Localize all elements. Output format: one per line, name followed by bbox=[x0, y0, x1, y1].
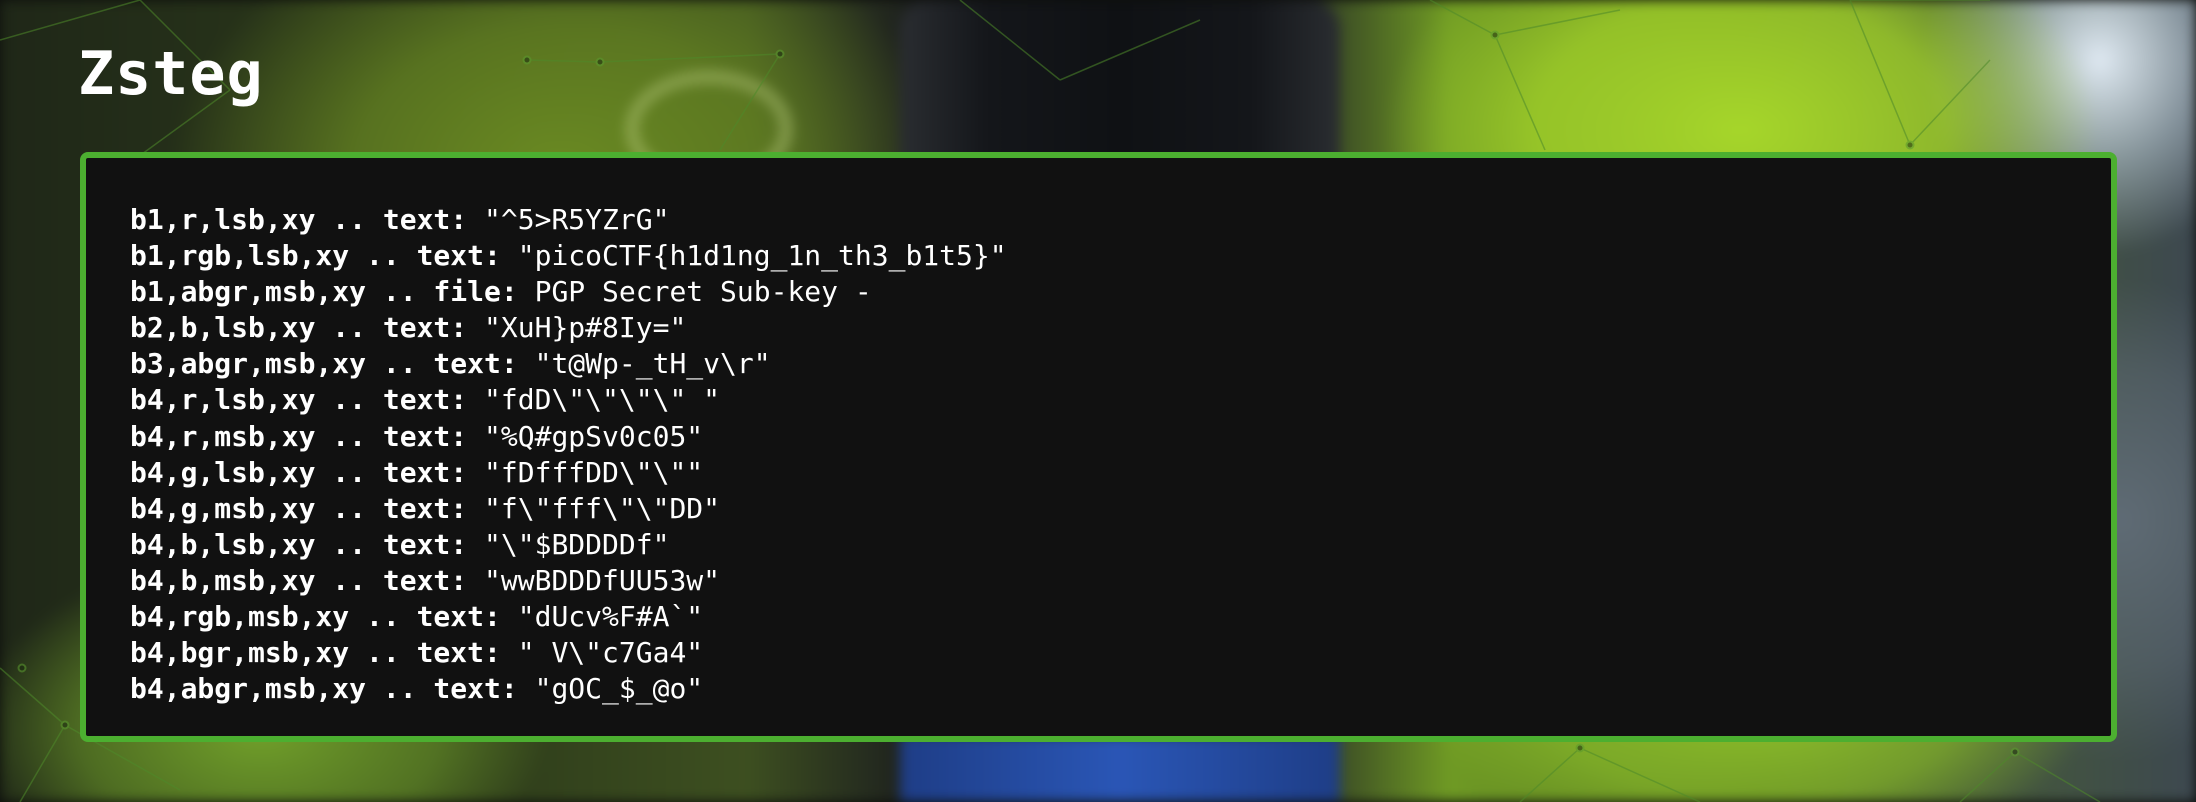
output-line-value: "%Q#gpSv0c05" bbox=[467, 419, 704, 453]
output-line-value: PGP Secret Sub-key - bbox=[517, 275, 872, 309]
output-line-value: "f\"fff\"\"DD" bbox=[467, 491, 721, 525]
output-line-value: "gOC_$_@o" bbox=[517, 672, 704, 706]
output-line-value: "fdD\"\"\"\" " bbox=[467, 383, 721, 417]
slide: Zsteg b1,r,lsb,xy .. text: "^5>R5YZrG" b… bbox=[0, 0, 2196, 802]
output-line-value: "wwBDDDfUU53w" bbox=[467, 563, 721, 597]
output-line: b4,r,msb,xy .. text: "%Q#gpSv0c05" bbox=[130, 419, 2111, 455]
output-line-key: b4,abgr,msb,xy .. text: bbox=[130, 672, 518, 706]
output-line-key: b4,g,msb,xy .. text: bbox=[130, 491, 468, 525]
output-line-flag: b1,rgb,lsb,xy .. text: "picoCTF{h1d1ng_1… bbox=[130, 238, 2111, 274]
output-line: b1,r,lsb,xy .. text: "^5>R5YZrG" bbox=[130, 202, 2111, 238]
output-line-key: b3,abgr,msb,xy .. text: bbox=[130, 347, 518, 381]
output-line-key: b1,abgr,msb,xy .. file: bbox=[130, 275, 518, 309]
output-line-value: "XuH}p#8Iy=" bbox=[467, 311, 687, 345]
output-line: b4,bgr,msb,xy .. text: " V\"c7Ga4" bbox=[130, 635, 2111, 671]
output-line: b4,b,lsb,xy .. text: "\"$BDDDDf" bbox=[130, 527, 2111, 563]
output-line-key: b1,rgb,lsb,xy .. text: bbox=[130, 239, 501, 273]
output-line: b4,abgr,msb,xy .. text: "gOC_$_@o" bbox=[130, 671, 2111, 707]
output-line-value: "picoCTF{h1d1ng_1n_th3_b1t5}" bbox=[500, 239, 1007, 273]
output-line: b4,g,lsb,xy .. text: "fDfffDD\"\"" bbox=[130, 455, 2111, 491]
output-line-key: b4,b,msb,xy .. text: bbox=[130, 563, 468, 597]
output-line-value: "t@Wp-_tH_v\r" bbox=[517, 347, 771, 381]
output-line: b4,rgb,msb,xy .. text: "dUcv%F#A`" bbox=[130, 599, 2111, 635]
output-line-key: b4,g,lsb,xy .. text: bbox=[130, 455, 468, 489]
output-line-key: b2,b,lsb,xy .. text: bbox=[130, 311, 468, 345]
output-line-key: b4,bgr,msb,xy .. text: bbox=[130, 636, 501, 670]
terminal-output-panel: b1,r,lsb,xy .. text: "^5>R5YZrG" b1,rgb,… bbox=[80, 152, 2117, 742]
output-line-key: b1,r,lsb,xy .. text: bbox=[130, 203, 468, 236]
output-line-key: b4,r,msb,xy .. text: bbox=[130, 419, 468, 453]
output-line-value: "^5>R5YZrG" bbox=[467, 203, 670, 236]
output-line-key: b4,b,lsb,xy .. text: bbox=[130, 527, 468, 561]
output-line: b4,g,msb,xy .. text: "f\"fff\"\"DD" bbox=[130, 491, 2111, 527]
slide-title: Zsteg bbox=[78, 39, 264, 109]
output-line-value: "\"$BDDDDf" bbox=[467, 527, 670, 561]
output-line: b1,abgr,msb,xy .. file: PGP Secret Sub-k… bbox=[130, 274, 2111, 310]
output-line-value: " V\"c7Ga4" bbox=[500, 636, 704, 670]
output-line: b4,r,lsb,xy .. text: "fdD\"\"\"\" " bbox=[130, 382, 2111, 418]
output-line-value: "dUcv%F#A`" bbox=[500, 600, 704, 634]
output-line-key: b4,r,lsb,xy .. text: bbox=[130, 383, 468, 417]
output-line: b4,b,msb,xy .. text: "wwBDDDfUU53w" bbox=[130, 563, 2111, 599]
output-line: b2,b,lsb,xy .. text: "XuH}p#8Iy=" bbox=[130, 310, 2111, 346]
output-line-key: b4,rgb,msb,xy .. text: bbox=[130, 600, 501, 634]
output-line-value: "fDfffDD\"\"" bbox=[467, 455, 704, 489]
output-line: b3,abgr,msb,xy .. text: "t@Wp-_tH_v\r" bbox=[130, 346, 2111, 382]
